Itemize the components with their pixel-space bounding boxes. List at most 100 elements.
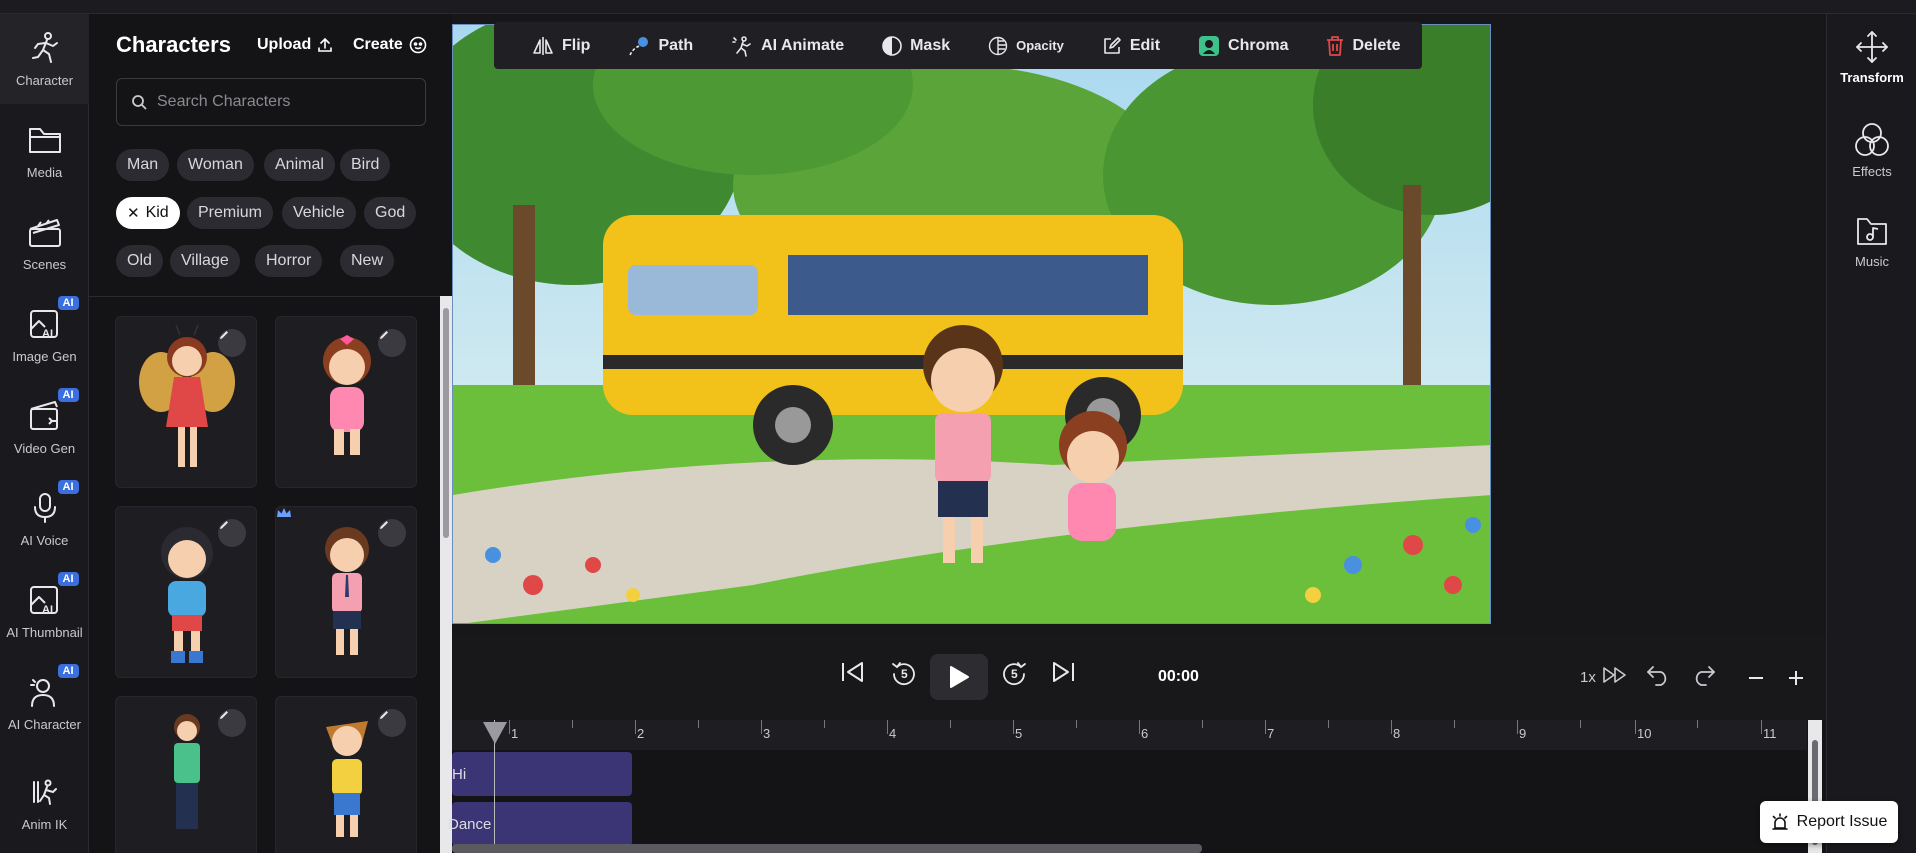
effects-label: Effects [1852, 164, 1892, 179]
rail-item-ai-voice[interactable]: AI AI Voice [0, 474, 89, 564]
chip-man[interactable]: Man [116, 149, 170, 181]
scene-canvas[interactable] [452, 24, 1491, 624]
effects-button[interactable]: Effects [1827, 122, 1916, 179]
ai-badge: AI [57, 296, 79, 310]
edit-character-button[interactable] [218, 709, 246, 737]
create-character-icon [409, 36, 427, 54]
delete-button[interactable]: Delete [1326, 35, 1401, 56]
tick-label: 11 [1763, 726, 1777, 741]
chip-label: Kid [145, 204, 169, 221]
edit-character-button[interactable] [218, 519, 246, 547]
flip-button[interactable]: Flip [532, 36, 590, 56]
tick-mark [1580, 720, 1581, 728]
clip-label: Dance [448, 815, 492, 833]
edit-label: Edit [1129, 36, 1161, 54]
tick-mark [1013, 720, 1014, 734]
music-button[interactable]: Music [1827, 214, 1916, 269]
close-icon[interactable]: ✕ [127, 204, 140, 222]
timeline-clip-dance[interactable]: Dance [448, 802, 632, 846]
speed-button[interactable] [1602, 666, 1628, 684]
upload-button[interactable]: Upload [257, 36, 333, 54]
chip-bird[interactable]: Bird [340, 149, 391, 181]
edit-character-button[interactable] [378, 709, 406, 737]
timeline-ruler[interactable]: 1 2 3 4 5 6 7 8 9 10 11 [452, 720, 1807, 750]
chip-horror[interactable]: Horror [255, 245, 323, 277]
zoom-out-button[interactable] [1748, 670, 1764, 686]
svg-text:AI: AI [42, 604, 53, 616]
playback-bar: 5 5 00:00 1x [452, 636, 1826, 720]
skip-end-button[interactable] [1050, 660, 1076, 684]
rail-item-ai-thumbnail[interactable]: AI AI AI Thumbnail [0, 566, 89, 656]
chip-woman[interactable]: Woman [177, 149, 254, 181]
effects-circles-icon [1855, 123, 1889, 156]
scrollbar-thumb[interactable] [443, 308, 449, 538]
character-card[interactable] [115, 696, 257, 853]
timeline-clip-hi[interactable]: Hi [452, 752, 632, 796]
report-issue-button[interactable]: Report Issue [1760, 801, 1898, 843]
playhead-handle[interactable] [483, 722, 507, 744]
rail-item-anim-ik[interactable]: Anim IK [0, 758, 89, 848]
chip-new[interactable]: New [340, 245, 395, 277]
undo-icon [1647, 666, 1667, 686]
character-card[interactable] [115, 316, 257, 488]
opacity-button[interactable]: Opacity [988, 36, 1064, 56]
rail-item-scenes[interactable]: Scenes [0, 198, 89, 288]
tick-mark [635, 720, 636, 734]
edit-button[interactable]: Edit [1102, 36, 1160, 56]
chip-god[interactable]: God [364, 197, 417, 229]
transform-button[interactable]: Transform [1827, 30, 1916, 85]
chip-old[interactable]: Old [116, 245, 163, 277]
chip-kid[interactable]: ✕ Kid [116, 197, 180, 229]
forward-button[interactable]: 5 [1000, 660, 1028, 688]
zoom-in-button[interactable] [1788, 670, 1804, 686]
rail-label: Image Gen [12, 349, 77, 364]
svg-text:AI: AI [42, 328, 53, 340]
character-card[interactable] [275, 696, 417, 853]
rewind-button[interactable]: 5 [890, 660, 918, 688]
tick-mark [1635, 720, 1636, 734]
undo-button[interactable] [1646, 664, 1670, 686]
chip-premium[interactable]: Premium [187, 197, 274, 229]
edit-character-button[interactable] [378, 329, 406, 357]
search-box[interactable] [116, 78, 426, 126]
anim-ik-icon [25, 772, 65, 812]
flip-label: Flip [562, 36, 591, 54]
ai-animate-button[interactable]: AI Animate [731, 35, 844, 57]
character-card[interactable] [115, 506, 257, 678]
tick-mark [824, 720, 825, 728]
play-icon [950, 666, 969, 688]
rail-item-video-gen[interactable]: AI Video Gen [0, 382, 89, 472]
tick-label: 7 [1267, 726, 1275, 741]
rail-item-image-gen[interactable]: AI AI Image Gen [0, 290, 89, 380]
top-strip [0, 0, 1916, 14]
create-button[interactable]: Create [353, 36, 427, 54]
rail-item-media[interactable]: Media [0, 106, 89, 196]
character-card[interactable] [275, 506, 417, 678]
skip-start-icon [842, 662, 863, 682]
rail-item-ai-character[interactable]: AI AI Character [0, 658, 89, 748]
panel-scrollbar[interactable] [440, 296, 452, 853]
redo-button[interactable] [1692, 664, 1716, 686]
search-input[interactable] [157, 93, 407, 111]
path-button[interactable]: Path [628, 35, 693, 57]
chroma-button[interactable]: Chroma [1198, 35, 1288, 57]
create-label: Create [353, 36, 403, 53]
ai-image-icon: AI AI [25, 296, 79, 344]
edit-character-button[interactable] [218, 329, 246, 357]
mask-icon [882, 35, 902, 56]
timeline[interactable]: 1 2 3 4 5 6 7 8 9 10 11 Hi Dance [448, 720, 1826, 853]
edit-character-button[interactable] [378, 519, 406, 547]
timeline-horizontal-scrollbar[interactable] [452, 844, 1202, 853]
skip-start-button[interactable] [840, 660, 866, 684]
tick-mark [761, 720, 762, 734]
character-card[interactable] [275, 316, 417, 488]
play-button[interactable] [930, 654, 988, 700]
mask-button[interactable]: Mask [882, 35, 950, 56]
chip-animal[interactable]: Animal [264, 149, 335, 181]
chip-village[interactable]: Village [170, 245, 240, 277]
rail-item-character[interactable]: Character [0, 14, 89, 104]
rail-label: Media [26, 165, 63, 180]
chip-vehicle[interactable]: Vehicle [282, 197, 356, 229]
folder-icon [25, 120, 65, 160]
speed-label[interactable]: 1x [1580, 669, 1596, 686]
